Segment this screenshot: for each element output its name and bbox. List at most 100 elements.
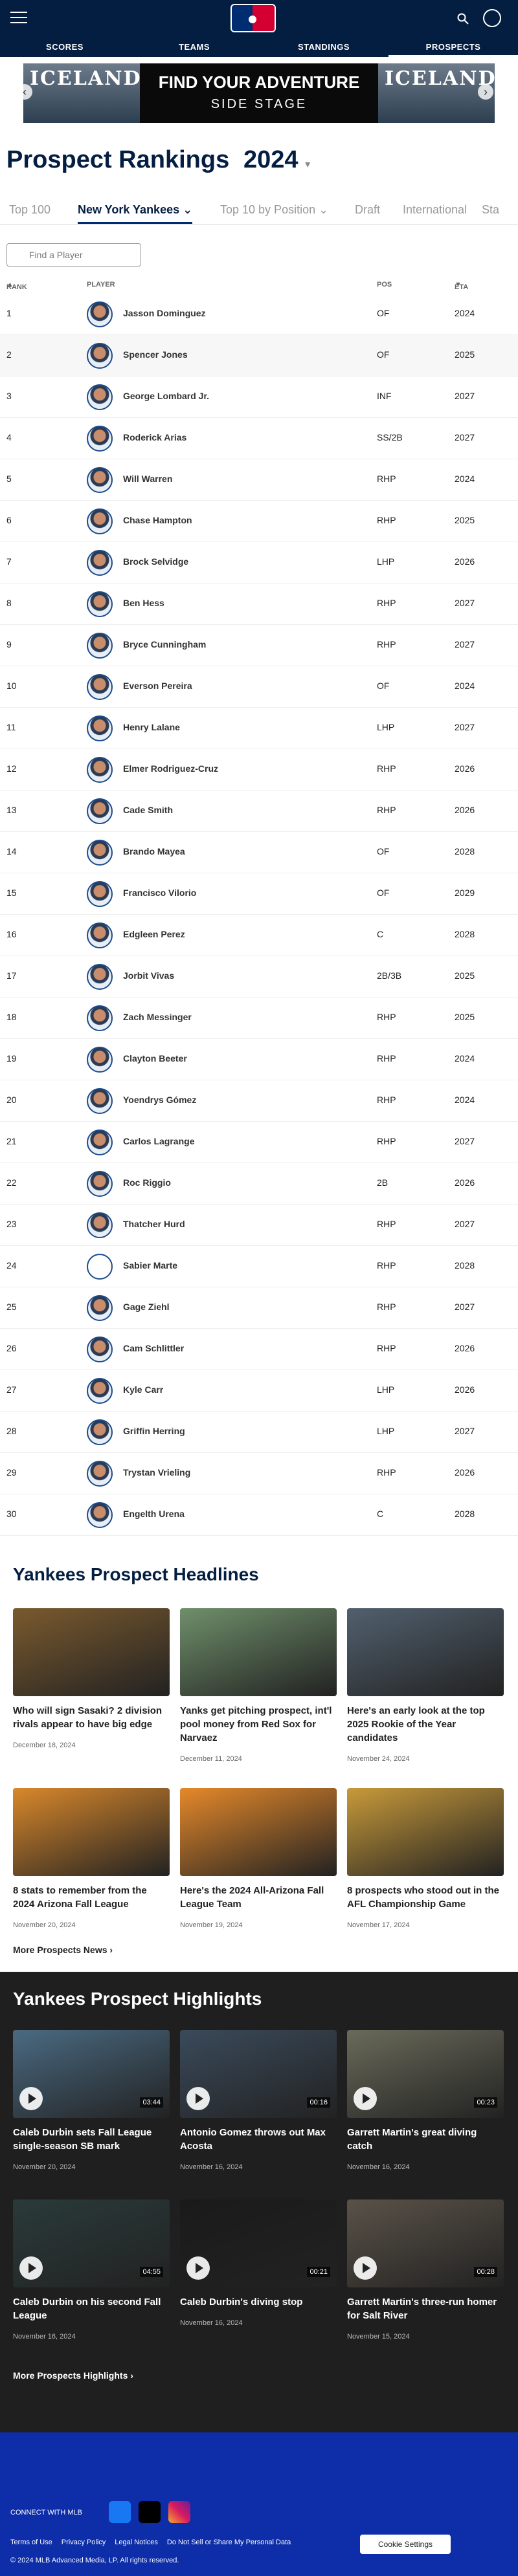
find-player-input[interactable] — [6, 243, 141, 267]
table-row[interactable]: 13 Cade Smith RHP 2026 — [0, 791, 518, 832]
table-row[interactable]: 20 Yoendrys Gómez RHP 2024 — [0, 1080, 518, 1122]
ad-banner[interactable]: ICELAND FIND YOUR ADVENTURE SIDE STAGE I… — [23, 63, 495, 123]
tab[interactable]: Draft — [355, 203, 380, 217]
player-name-link[interactable]: Francisco Vilorio — [123, 888, 196, 898]
card-title[interactable]: Garrett Martin's great diving catch — [347, 2126, 504, 2153]
table-row[interactable]: 21 Carlos Lagrange RHP 2027 — [0, 1122, 518, 1163]
avatar[interactable] — [87, 1337, 113, 1362]
player-name-link[interactable]: Thatcher Hurd — [123, 1219, 185, 1229]
player-name-link[interactable]: Roc Riggio — [123, 1177, 171, 1188]
highlight-card[interactable]: 00:28 Garrett Martin's three-run homer fo… — [347, 2199, 504, 2341]
player-name-link[interactable]: Cade Smith — [123, 805, 173, 815]
table-row[interactable]: 9 Bryce Cunningham RHP 2027 — [0, 625, 518, 666]
card-title[interactable]: Here's the 2024 All-Arizona Fall League … — [180, 1884, 337, 1911]
player-name-link[interactable]: Griffin Herring — [123, 1426, 185, 1436]
eta-header[interactable]: ETA ▼ — [455, 281, 468, 291]
avatar[interactable] — [87, 1461, 113, 1487]
highlight-card[interactable]: 04:55 Caleb Durbin on his second Fall Lea… — [13, 2199, 170, 2341]
card-title[interactable]: Caleb Durbin on his second Fall League — [13, 2295, 170, 2322]
avatar[interactable] — [87, 840, 113, 866]
tab[interactable]: Top 10 by Position ⌄ — [220, 203, 328, 217]
account-icon[interactable] — [483, 9, 501, 27]
thumbnail[interactable] — [180, 1788, 337, 1876]
thumbnail[interactable]: 00:28 — [347, 2199, 504, 2287]
avatar[interactable] — [87, 964, 113, 990]
player-name-link[interactable]: Zach Messinger — [123, 1012, 192, 1022]
avatar[interactable] — [87, 508, 113, 534]
highlight-card[interactable]: 00:21 Caleb Durbin's diving stop November … — [180, 2199, 337, 2327]
player-header[interactable]: PLAYER — [87, 281, 115, 289]
player-name-link[interactable]: Edgleen Perez — [123, 929, 185, 939]
headline-card[interactable]: 8 stats to remember from the 2024 Arizon… — [13, 1788, 170, 1929]
tab[interactable]: Sta — [482, 203, 499, 217]
avatar[interactable] — [87, 1088, 113, 1114]
pos-header[interactable]: POS — [377, 281, 392, 289]
avatar[interactable] — [87, 301, 113, 327]
player-name-link[interactable]: Jasson Dominguez — [123, 308, 206, 318]
headline-card[interactable]: Here's an early look at the top 2025 Roo… — [347, 1608, 504, 1763]
play-icon[interactable] — [19, 2256, 43, 2280]
nav-item[interactable]: STANDINGS — [259, 38, 388, 57]
avatar[interactable] — [87, 1378, 113, 1404]
player-name-link[interactable]: Bryce Cunningham — [123, 639, 206, 649]
table-row[interactable]: 30 Engelth Urena C 2028 — [0, 1494, 518, 1536]
nav-item[interactable]: SCORES — [0, 38, 130, 57]
more-news-link[interactable]: More Prospects News › — [13, 1945, 113, 1955]
avatar[interactable] — [87, 1171, 113, 1197]
play-icon[interactable] — [186, 2087, 210, 2110]
table-row[interactable]: 22 Roc Riggio 2B 2026 — [0, 1163, 518, 1205]
avatar[interactable] — [87, 1254, 113, 1280]
player-name-link[interactable]: Will Warren — [123, 474, 172, 484]
avatar[interactable] — [87, 1212, 113, 1238]
highlight-card[interactable]: 03:44 Caleb Durbin sets Fall League singl… — [13, 2030, 170, 2171]
avatar[interactable] — [87, 922, 113, 948]
banner-next-icon[interactable]: › — [478, 84, 493, 100]
table-row[interactable]: 19 Clayton Beeter RHP 2024 — [0, 1039, 518, 1080]
footer-link[interactable]: Privacy Policy — [62, 2538, 106, 2546]
player-name-link[interactable]: Ben Hess — [123, 598, 164, 608]
table-row[interactable]: 29 Trystan Vrieling RHP 2026 — [0, 1453, 518, 1494]
thumbnail[interactable]: 04:55 — [13, 2199, 170, 2287]
player-name-link[interactable]: Everson Pereira — [123, 681, 192, 691]
avatar[interactable] — [87, 1005, 113, 1031]
thumbnail[interactable]: 00:16 — [180, 2030, 337, 2118]
table-row[interactable]: 4 Roderick Arias SS/2B 2027 — [0, 418, 518, 459]
footer-link[interactable]: Legal Notices — [115, 2538, 158, 2546]
avatar[interactable] — [87, 1130, 113, 1155]
avatar[interactable] — [87, 550, 113, 576]
headline-card[interactable]: Here's the 2024 All-Arizona Fall League … — [180, 1788, 337, 1929]
table-row[interactable]: 6 Chase Hampton RHP 2025 — [0, 501, 518, 542]
avatar[interactable] — [87, 1047, 113, 1073]
avatar[interactable] — [87, 881, 113, 907]
player-name-link[interactable]: Engelth Urena — [123, 1509, 185, 1519]
avatar[interactable] — [87, 715, 113, 741]
tab[interactable]: International — [403, 203, 467, 217]
player-name-link[interactable]: Yoendrys Gómez — [123, 1095, 196, 1105]
card-title[interactable]: Garrett Martin's three-run homer for Sal… — [347, 2295, 504, 2322]
menu-icon[interactable] — [10, 12, 27, 25]
avatar[interactable] — [87, 1502, 113, 1528]
table-row[interactable]: 1 Jasson Dominguez OF 2024 — [0, 294, 518, 335]
avatar[interactable] — [87, 343, 113, 369]
table-row[interactable]: 16 Edgleen Perez C 2028 — [0, 915, 518, 956]
avatar[interactable] — [87, 798, 113, 824]
player-name-link[interactable]: Cam Schlittler — [123, 1343, 184, 1353]
card-title[interactable]: Antonio Gomez throws out Max Acosta — [180, 2126, 337, 2153]
player-name-link[interactable]: Brock Selvidge — [123, 556, 188, 567]
year-select[interactable]: 2024 ▾ — [243, 146, 310, 174]
player-name-link[interactable]: Trystan Vrieling — [123, 1467, 190, 1478]
player-name-link[interactable]: Brando Mayea — [123, 846, 185, 857]
table-row[interactable]: 26 Cam Schlittler RHP 2026 — [0, 1329, 518, 1370]
tab[interactable]: Top 100 — [9, 203, 51, 217]
avatar[interactable] — [87, 674, 113, 700]
table-row[interactable]: 11 Henry Lalane LHP 2027 — [0, 708, 518, 749]
table-row[interactable]: 7 Brock Selvidge LHP 2026 — [0, 542, 518, 584]
headline-card[interactable]: 8 prospects who stood out in the AFL Cha… — [347, 1788, 504, 1929]
avatar[interactable] — [87, 384, 113, 410]
facebook-icon[interactable] — [109, 2501, 131, 2523]
player-name-link[interactable]: Sabier Marte — [123, 1260, 177, 1271]
thumbnail[interactable]: 00:21 — [180, 2199, 337, 2287]
player-name-link[interactable]: Henry Lalane — [123, 722, 180, 732]
player-name-link[interactable]: Clayton Beeter — [123, 1053, 187, 1064]
player-name-link[interactable]: Chase Hampton — [123, 515, 192, 525]
